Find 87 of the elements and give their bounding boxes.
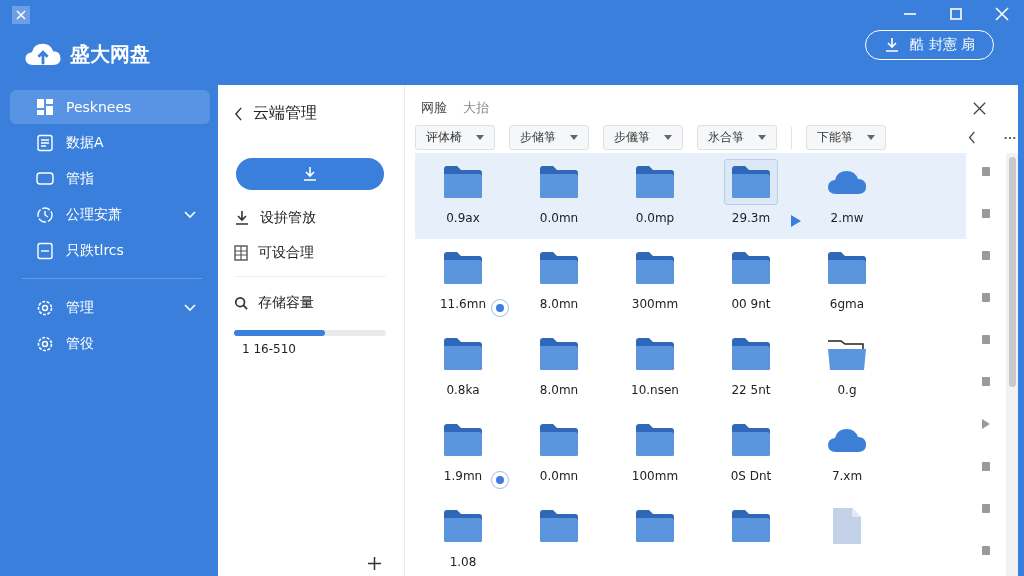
app-icon bbox=[12, 6, 30, 24]
folder-icon bbox=[827, 251, 867, 285]
folder-icon bbox=[635, 165, 675, 199]
cloud-icon bbox=[827, 427, 867, 453]
filter-dropdown[interactable]: 评体椅 bbox=[415, 125, 495, 150]
app-name: 盛大网盘 bbox=[70, 40, 150, 68]
storage-reading: 1 16-510 bbox=[242, 342, 297, 356]
sidebar-item[interactable]: 管指 bbox=[10, 162, 210, 196]
grid-icon bbox=[234, 244, 248, 261]
download-icon bbox=[884, 37, 901, 53]
panel-title: 云端管理 bbox=[253, 103, 317, 124]
file-item[interactable]: 1.9mn bbox=[415, 417, 511, 497]
folder-icon bbox=[443, 251, 483, 285]
download-icon bbox=[234, 209, 250, 226]
file-item[interactable]: 100mm bbox=[607, 417, 703, 497]
scrollbar[interactable] bbox=[1006, 153, 1018, 576]
file-item[interactable]: 8.0mn bbox=[511, 245, 607, 325]
breadcrumb-item[interactable]: 网脸 bbox=[421, 99, 447, 117]
folder-icon bbox=[539, 423, 579, 457]
file-item[interactable]: 2.mw bbox=[799, 159, 895, 239]
back-button[interactable] bbox=[234, 106, 243, 121]
dashboard-icon bbox=[36, 98, 54, 116]
folder-icon bbox=[635, 337, 675, 371]
file-item[interactable]: 29.3m bbox=[703, 159, 799, 239]
folder-icon bbox=[635, 423, 675, 457]
search-icon bbox=[234, 295, 248, 310]
download-button[interactable] bbox=[236, 158, 384, 190]
folder-icon bbox=[731, 509, 771, 543]
folder-icon bbox=[539, 509, 579, 543]
sidebar-item[interactable]: 管役 bbox=[10, 327, 210, 361]
filter-dropdown[interactable]: 步儀箏 bbox=[603, 125, 683, 150]
gear-icon bbox=[36, 299, 54, 317]
folder-icon bbox=[443, 165, 483, 199]
file-item[interactable]: 0.8ka bbox=[415, 331, 511, 411]
file-item[interactable]: 300mm bbox=[607, 245, 703, 325]
file-item[interactable]: 22 5nt bbox=[703, 331, 799, 411]
menu-item[interactable]: 设拚管放 bbox=[234, 200, 386, 235]
folder-icon bbox=[443, 509, 483, 543]
menu-item[interactable]: 可设合理 bbox=[234, 235, 386, 270]
breadcrumb-item[interactable]: 大抬 bbox=[463, 99, 489, 117]
file-item[interactable]: 1.08 bbox=[415, 503, 511, 576]
folder-icon bbox=[539, 251, 579, 285]
gear-icon bbox=[36, 335, 54, 353]
folder-icon bbox=[731, 423, 771, 457]
play-icon[interactable] bbox=[982, 419, 990, 429]
screen-icon bbox=[36, 170, 54, 188]
file-item[interactable]: 6gma bbox=[799, 245, 895, 325]
folder-icon bbox=[539, 165, 579, 199]
document-icon bbox=[36, 242, 54, 260]
file-item[interactable]: 8.0mn bbox=[511, 331, 607, 411]
storage-label: 存储容量 bbox=[258, 293, 314, 312]
sidebar-item[interactable]: 数据A bbox=[10, 126, 210, 160]
file-item[interactable]: 0S Dnt bbox=[703, 417, 799, 497]
folder-icon bbox=[635, 251, 675, 285]
folder-icon bbox=[443, 423, 483, 457]
sidebar-item[interactable]: 公理安萧 bbox=[10, 198, 210, 232]
folder-icon bbox=[731, 251, 771, 285]
cloud-icon bbox=[827, 169, 867, 195]
download-icon bbox=[302, 166, 318, 182]
file-item[interactable]: 7.xm bbox=[799, 417, 895, 497]
cloud-upload-icon bbox=[24, 42, 62, 66]
file-item[interactable]: 0.9ax bbox=[415, 159, 511, 239]
folder-icon bbox=[731, 165, 771, 199]
file-item[interactable]: 0.0mn bbox=[511, 159, 607, 239]
document-icon bbox=[36, 134, 54, 152]
file-item[interactable]: 10.nsen bbox=[607, 331, 703, 411]
more-icon[interactable] bbox=[1004, 135, 1016, 140]
filter-dropdown[interactable]: 下能箏 bbox=[806, 125, 886, 150]
sidebar-item[interactable]: 只跌tlrcs bbox=[10, 234, 210, 268]
file-icon bbox=[832, 507, 862, 545]
filter-dropdown[interactable]: 步储箏 bbox=[509, 125, 589, 150]
maximize-button[interactable] bbox=[948, 6, 964, 22]
folder-icon bbox=[539, 337, 579, 371]
back-button[interactable] bbox=[968, 131, 976, 144]
folder-icon bbox=[635, 509, 675, 543]
clock-icon bbox=[36, 206, 54, 224]
folder-icon bbox=[443, 337, 483, 371]
file-item[interactable]: 0.0mp bbox=[607, 159, 703, 239]
filter-dropdown[interactable]: 氷合箏 bbox=[697, 125, 777, 150]
open-folder-icon bbox=[827, 337, 867, 371]
sidebar-item[interactable]: 管理 bbox=[10, 291, 210, 325]
file-item[interactable]: 11.6mn bbox=[415, 245, 511, 325]
close-button[interactable] bbox=[973, 101, 986, 115]
file-item[interactable]: 00 9nt bbox=[703, 245, 799, 325]
file-item[interactable]: 0.0mn bbox=[511, 417, 607, 497]
file-item[interactable]: 0.g bbox=[799, 331, 895, 411]
folder-icon bbox=[731, 337, 771, 371]
